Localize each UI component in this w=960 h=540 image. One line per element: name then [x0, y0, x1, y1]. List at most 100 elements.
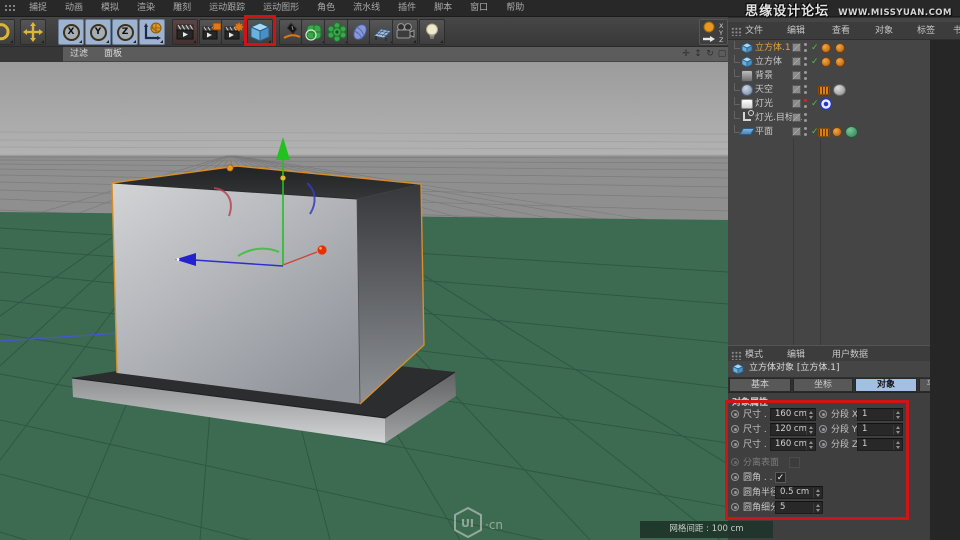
visibility-dots[interactable]: [804, 43, 808, 53]
coordinate-system-icon[interactable]: [139, 19, 165, 45]
background-object-icon: [741, 70, 753, 82]
panel-grip-icon[interactable]: [731, 27, 742, 36]
plane-object-icon: [738, 128, 756, 135]
layer-chip[interactable]: [792, 113, 801, 122]
visibility-dots[interactable]: [804, 113, 808, 123]
dolly-view-icon[interactable]: ↕: [693, 48, 703, 60]
attribute-title: 立方体对象 [立方体.1]: [749, 363, 840, 373]
visibility-dots[interactable]: [804, 57, 808, 67]
om-menu-tags[interactable]: 标签: [917, 22, 935, 40]
object-row-plane[interactable]: 平面 ✓: [728, 125, 930, 139]
menu-animation[interactable]: 动画: [56, 0, 92, 17]
menu-plugins[interactable]: 插件: [389, 0, 425, 17]
viewport-menu-panel[interactable]: 面板: [104, 47, 122, 62]
watermark-title: 思缘设计论坛: [745, 4, 830, 19]
column-separator: [793, 139, 794, 345]
scene-canvas[interactable]: UI ·cn: [0, 62, 728, 540]
enabled-check-icon[interactable]: ✓: [811, 55, 819, 69]
om-menu-view[interactable]: 查看: [832, 22, 850, 40]
menubar-grip-icon[interactable]: [4, 3, 17, 13]
svg-text:·cn: ·cn: [485, 518, 503, 532]
menu-script[interactable]: 脚本: [425, 0, 461, 17]
cube-object[interactable]: [111, 164, 425, 405]
layer-chip[interactable]: [792, 57, 801, 66]
enabled-check-icon[interactable]: ✓: [811, 41, 819, 55]
object-row-cube[interactable]: 立方体 ✓: [728, 55, 930, 69]
layer-chip[interactable]: [792, 43, 801, 52]
menu-snap[interactable]: 捕捉: [20, 0, 56, 17]
site-watermark: 思缘设计论坛 WWW.MISSYUAN.COM: [745, 0, 952, 19]
compositing-tag-icon[interactable]: [818, 128, 830, 137]
grid-spacing-status: 网格间距 : 100 cm: [640, 521, 773, 538]
texture-tag-icon[interactable]: [845, 126, 858, 138]
tab-coordinates[interactable]: 坐标: [793, 378, 853, 392]
tab-basic[interactable]: 基本: [729, 378, 791, 392]
highlight-box-cube-tool: [244, 15, 276, 46]
light-object-icon: [741, 99, 753, 109]
visibility-dots[interactable]: [804, 71, 808, 81]
3d-viewport[interactable]: 过滤 面板 ✛ ↕ ↻ ▢ UI ·cn: [0, 47, 728, 540]
layer-chip[interactable]: [792, 99, 801, 108]
orbit-view-icon[interactable]: ↻: [705, 48, 715, 60]
viewport-menu-corner[interactable]: [0, 47, 63, 62]
cube-object-icon: [732, 363, 744, 375]
visibility-dots[interactable]: [804, 99, 808, 109]
svg-text:Z: Z: [719, 36, 724, 44]
sky-object-icon: [741, 84, 753, 96]
om-menu-bookmarks[interactable]: 书签: [953, 22, 960, 40]
object-row-sky[interactable]: 天空: [728, 83, 930, 97]
phong-tag-icon[interactable]: [835, 43, 845, 53]
move-tool-icon[interactable]: [20, 19, 46, 45]
undo-rotate-icon[interactable]: [0, 19, 15, 45]
cube-object-icon: [741, 42, 753, 54]
panel-grip-icon[interactable]: [731, 351, 742, 360]
menu-window[interactable]: 窗口: [461, 0, 497, 17]
layer-chip[interactable]: [792, 71, 801, 80]
camera-object-icon[interactable]: [392, 19, 418, 45]
edge-point-handle[interactable]: [226, 164, 234, 172]
om-menu-file[interactable]: 文件: [745, 22, 763, 40]
viewport-controls: ✛ ↕ ↻ ▢: [681, 48, 727, 60]
render-view-icon[interactable]: [172, 19, 198, 45]
pan-view-icon[interactable]: ✛: [681, 48, 691, 60]
object-row-cube1[interactable]: 立方体.1 ✓: [728, 41, 930, 55]
lock-z-axis-icon[interactable]: Z: [112, 19, 138, 45]
object-row-light[interactable]: 灯光 ✓: [728, 97, 930, 111]
viewport-menubar: 过滤 面板 ✛ ↕ ↻ ▢: [0, 47, 728, 62]
cube-front-face[interactable]: [112, 183, 360, 404]
phong-tag-icon[interactable]: [821, 43, 831, 53]
menu-sculpt[interactable]: 雕刻: [164, 0, 200, 17]
axis-ball-icon: [703, 21, 715, 33]
compositing-tag-icon[interactable]: [818, 86, 830, 95]
viewport-menu-filter[interactable]: 过滤: [70, 47, 88, 62]
menu-character[interactable]: 角色: [308, 0, 344, 17]
layer-chip[interactable]: [792, 85, 801, 94]
light-object-icon[interactable]: [419, 19, 445, 45]
menu-pipeline[interactable]: 流水线: [344, 0, 389, 17]
menu-simulate[interactable]: 模拟: [92, 0, 128, 17]
column-separator: [820, 139, 821, 345]
lock-y-axis-icon[interactable]: Y: [85, 19, 111, 45]
menu-render[interactable]: 渲染: [128, 0, 164, 17]
phong-tag-icon[interactable]: [821, 57, 831, 67]
target-tag-icon[interactable]: [820, 98, 832, 110]
attribute-title-row: 立方体对象 [立方体.1]: [728, 361, 960, 376]
visibility-dots[interactable]: [804, 85, 808, 95]
phong-tag-icon[interactable]: [832, 127, 842, 137]
object-row-light-target[interactable]: 灯光.目标.1: [728, 110, 930, 125]
maximize-view-icon[interactable]: ▢: [717, 48, 727, 60]
enabled-check-icon[interactable]: ✓: [811, 97, 819, 111]
om-menu-objects[interactable]: 对象: [875, 22, 893, 40]
om-menu-edit[interactable]: 编辑: [787, 22, 805, 40]
menu-help[interactable]: 帮助: [497, 0, 533, 17]
phong-tag-icon[interactable]: [835, 57, 845, 67]
lock-x-axis-icon[interactable]: X: [58, 19, 84, 45]
main-toolbar: X Y Z: [0, 17, 728, 47]
visibility-dots[interactable]: [804, 127, 808, 137]
layer-chip[interactable]: [792, 127, 801, 136]
svg-text:UI: UI: [461, 517, 474, 530]
scale-handle[interactable]: [317, 245, 327, 255]
tab-object[interactable]: 对象: [855, 378, 917, 392]
texture-tag-icon[interactable]: [833, 84, 846, 96]
object-row-background[interactable]: 背景: [728, 69, 930, 83]
